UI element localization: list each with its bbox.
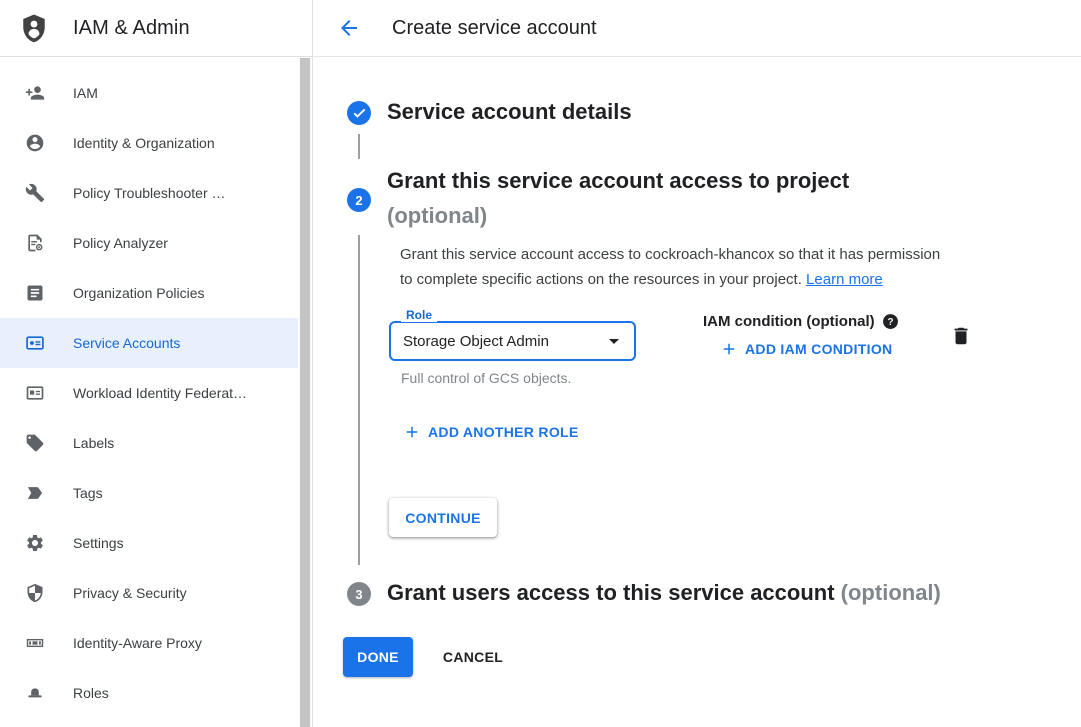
wizard-content: Service account details 2 Grant this ser… [313,57,1081,727]
label-icon [25,433,45,453]
step2-title: Grant this service account access to pro… [387,163,849,233]
sidebar-item-organization-policies[interactable]: Organization Policies [0,268,298,318]
sidebar-item-policy-analyzer[interactable]: Policy Analyzer [0,218,298,268]
role-selected-value: Storage Object Admin [403,333,602,350]
account-circle-icon [25,133,45,153]
role-field-label: Role [401,309,437,322]
service-account-icon [25,333,45,353]
sidebar-item-identity-organization[interactable]: Identity & Organization [0,118,298,168]
add-iam-condition-button[interactable]: ADD IAM CONDITION [720,340,892,358]
delete-role-button[interactable] [950,325,972,347]
step2-description: Grant this service account access to coc… [400,242,1000,292]
continue-button[interactable]: CONTINUE [389,498,497,537]
sidebar-item-service-accounts[interactable]: Service Accounts [0,318,298,368]
add-another-role-label: ADD ANOTHER ROLE [428,424,579,440]
main-panel: Create service account Service account d… [313,0,1081,727]
sidebar-item-privacy-security[interactable]: Privacy & Security [0,568,298,618]
person-add-icon [25,83,45,103]
hat-icon [25,683,45,703]
trash-icon [950,325,972,347]
step3-optional-label: (optional) [841,580,941,605]
sidebar-item-label: Settings [73,535,124,551]
sidebar-item-label: IAM [73,85,98,101]
sidebar: IAM & Admin IAM Identity & Organization [0,0,313,727]
sidebar-item-label: Policy Analyzer [73,235,168,251]
iam-admin-console: IAM & Admin IAM Identity & Organization [0,0,1081,727]
sidebar-item-iam[interactable]: IAM [0,68,298,118]
done-button[interactable]: DONE [343,637,413,677]
step3-title-text: Grant users access to this service accou… [387,580,835,605]
page-title: Create service account [392,17,597,40]
sidebar-scrollbar-thumb[interactable] [300,58,310,727]
svg-text:?: ? [887,317,893,328]
shield-icon [25,583,45,603]
step2-number-badge: 2 [347,188,371,212]
chevron-down-icon [602,329,626,353]
sidebar-item-label: Organization Policies [73,285,205,301]
id-card-icon [25,383,45,403]
add-iam-condition-label: ADD IAM CONDITION [745,341,892,357]
policy-analyzer-icon [25,233,45,253]
sidebar-item-labels[interactable]: Labels [0,418,298,468]
iam-condition-header: IAM condition (optional) ? [703,313,899,330]
step2-number: 2 [355,193,362,208]
sidebar-item-settings[interactable]: Settings [0,518,298,568]
step3-number-badge: 3 [347,582,371,606]
step1-complete-icon [347,101,371,125]
role-select[interactable]: Storage Object Admin [389,321,636,361]
sidebar-item-label: Identity-Aware Proxy [73,635,202,651]
step3-title: Grant users access to this service accou… [387,579,941,607]
sidebar-item-label: Workload Identity Federat… [73,385,247,401]
plus-icon [720,340,738,358]
app-title: IAM & Admin [73,17,190,40]
sidebar-header: IAM & Admin [0,0,312,57]
sidebar-nav: IAM Identity & Organization Policy Troub… [0,57,312,718]
cancel-button[interactable]: CANCEL [430,637,516,677]
sidebar-item-label: Tags [73,485,103,501]
tag-icon [25,483,45,503]
help-icon[interactable]: ? [882,313,899,330]
step-connector [358,235,360,565]
plus-icon [403,423,421,441]
sidebar-item-roles[interactable]: Roles [0,668,298,718]
step3-number: 3 [355,587,362,602]
step1-title: Service account details [387,98,632,126]
step-connector [358,134,360,159]
document-icon [25,283,45,303]
sidebar-item-label: Service Accounts [73,335,180,351]
sidebar-item-label: Roles [73,685,109,701]
gear-icon [25,533,45,553]
sidebar-item-identity-aware-proxy[interactable]: Identity-Aware Proxy [0,618,298,668]
learn-more-link[interactable]: Learn more [806,271,883,288]
description-line2: to complete specific actions on the reso… [400,271,802,288]
description-line1: Grant this service account access to coc… [400,246,940,263]
step2-optional-label: (optional) [387,198,849,233]
sidebar-item-label: Labels [73,435,114,451]
add-another-role-button[interactable]: ADD ANOTHER ROLE [403,423,579,441]
sidebar-item-tags[interactable]: Tags [0,468,298,518]
wrench-icon [25,183,45,203]
role-helper-text: Full control of GCS objects. [401,370,571,386]
proxy-icon [25,633,45,653]
iam-condition-label: IAM condition (optional) [703,313,875,330]
step2-title-text: Grant this service account access to pro… [387,168,849,193]
sidebar-item-policy-troubleshooter[interactable]: Policy Troubleshooter … [0,168,298,218]
sidebar-item-label: Identity & Organization [73,135,215,151]
page-header: Create service account [313,0,1081,57]
iam-admin-logo-icon [20,12,48,44]
sidebar-item-label: Privacy & Security [73,585,187,601]
back-arrow-icon[interactable] [337,16,361,40]
sidebar-item-workload-identity-federation[interactable]: Workload Identity Federat… [0,368,298,418]
sidebar-scrollbar-track [299,58,311,727]
sidebar-item-label: Policy Troubleshooter … [73,185,226,201]
